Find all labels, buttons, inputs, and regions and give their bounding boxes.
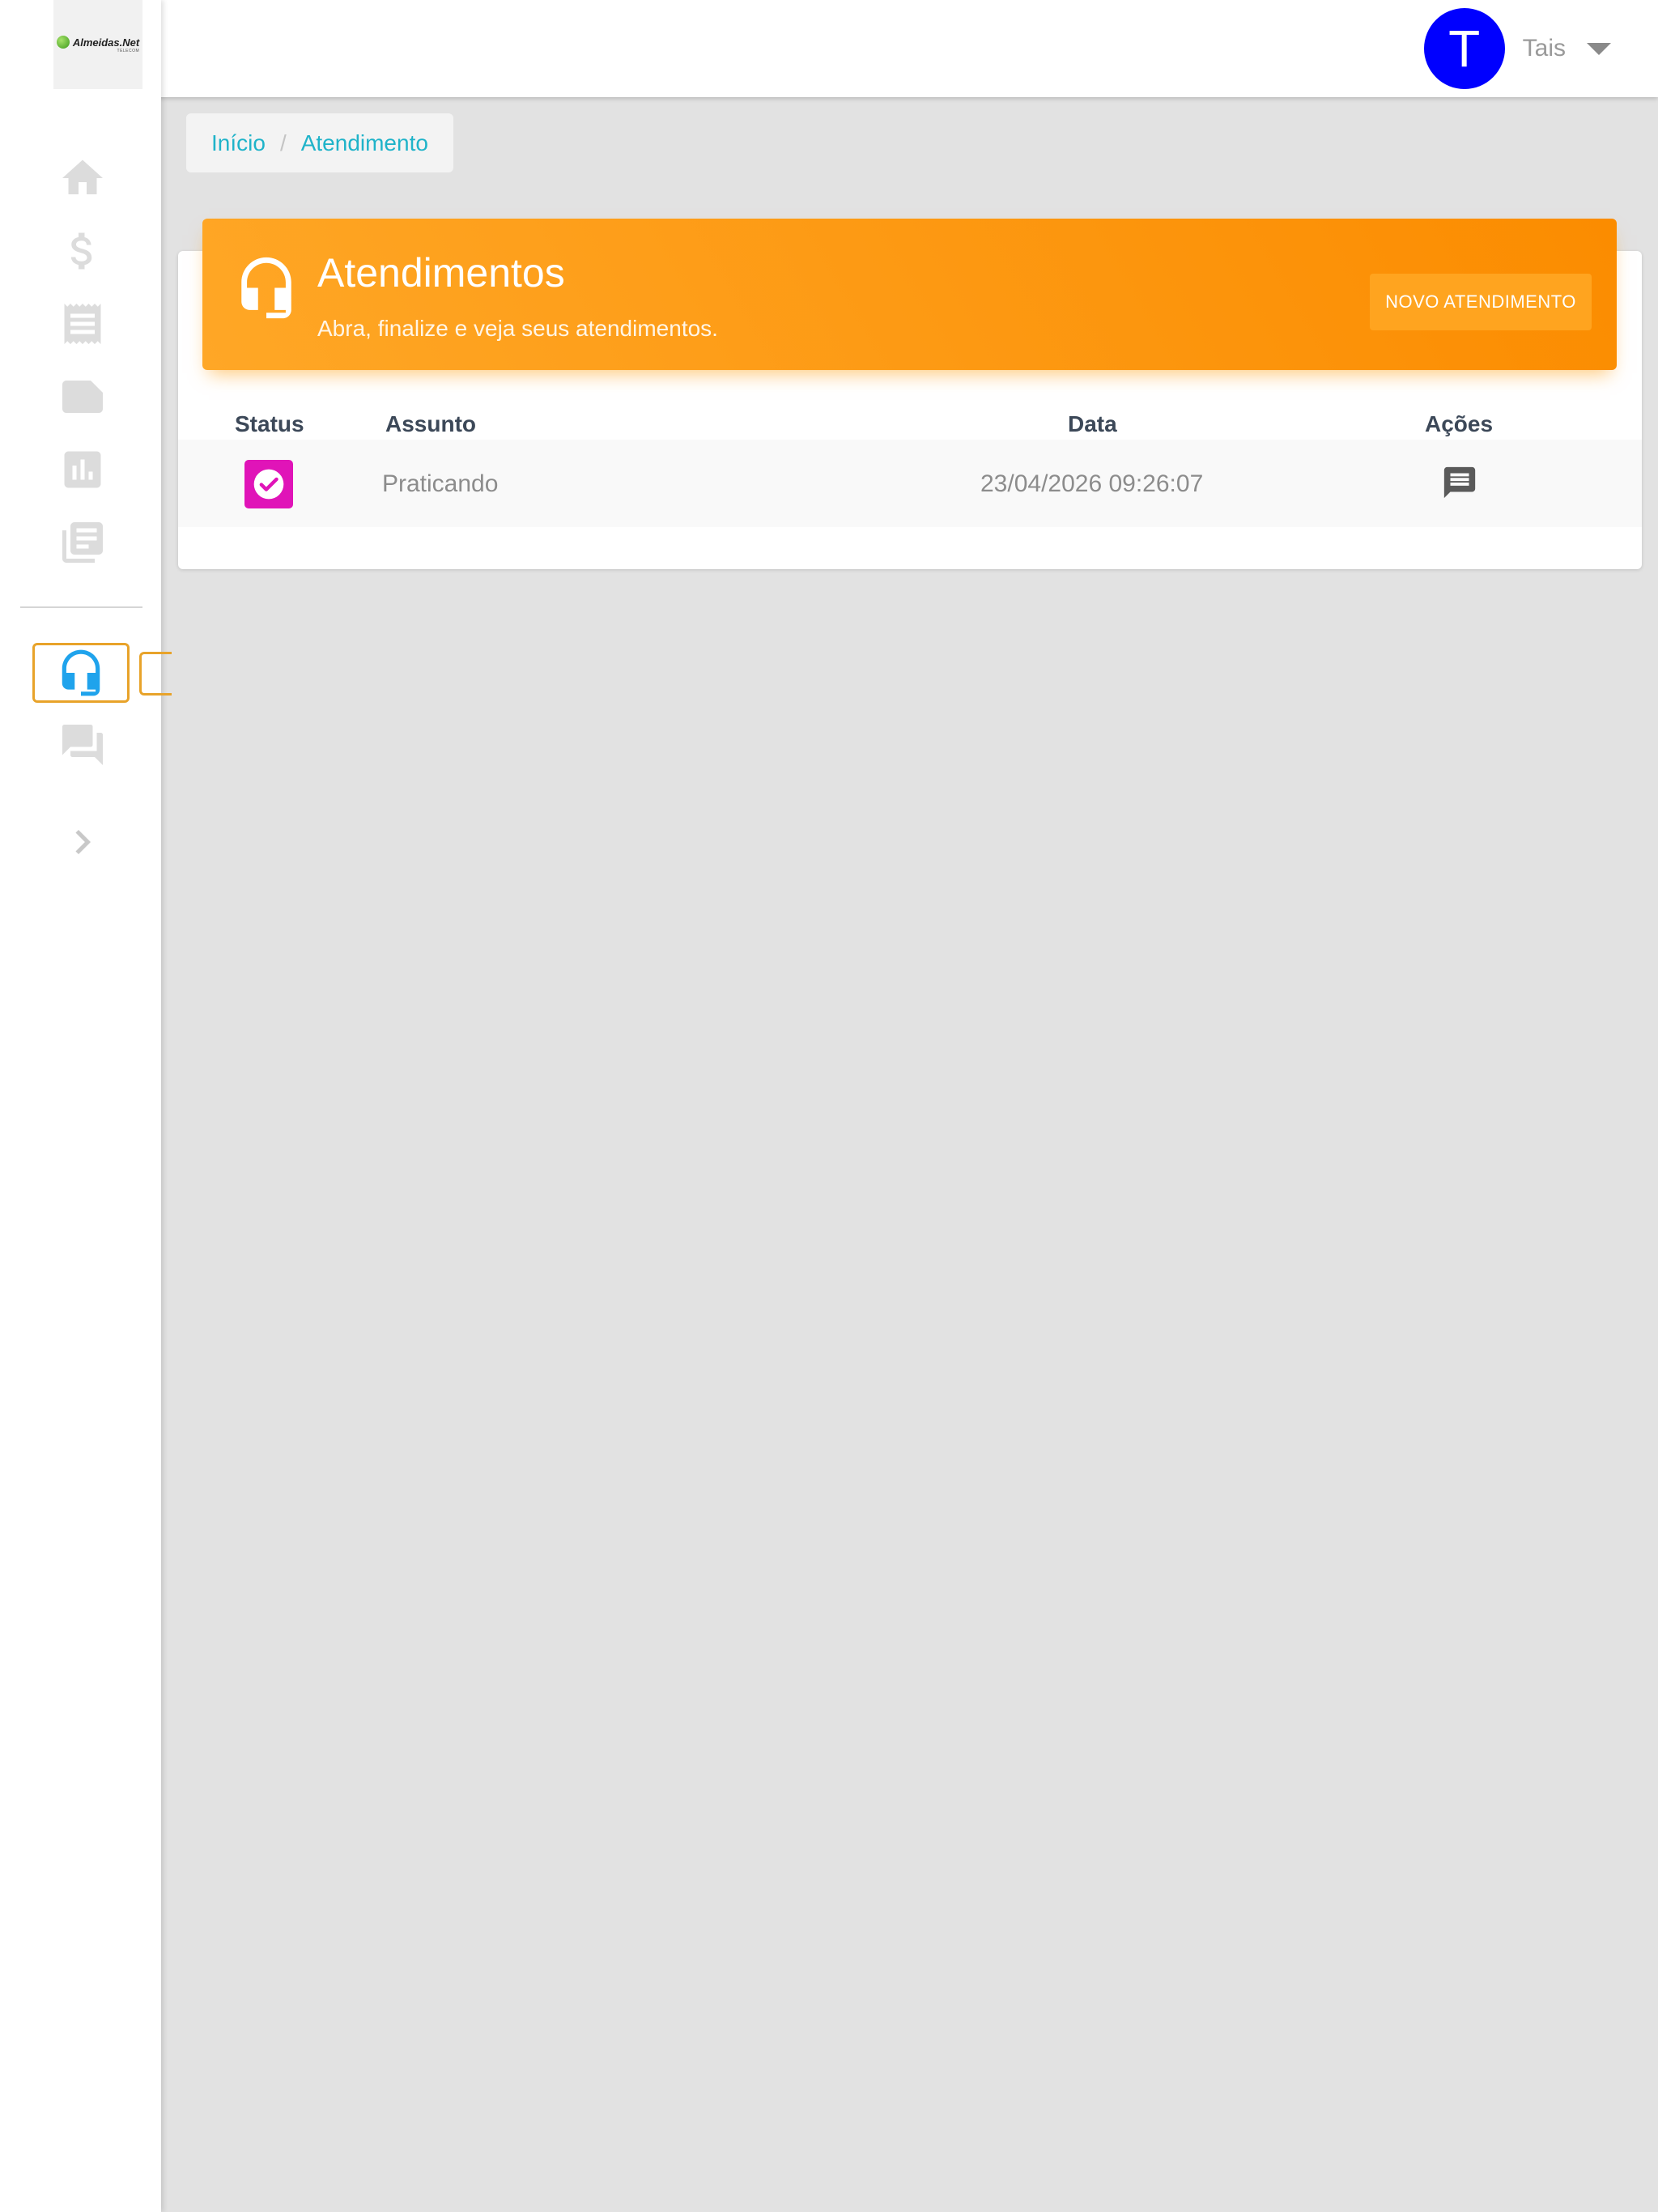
avatar[interactable]: T (1423, 8, 1505, 89)
forum-icon[interactable] (57, 719, 108, 771)
sidebar-tooltip-marker (139, 652, 172, 696)
logo-text: Almeidas.Net (72, 36, 140, 49)
card-subtitle: Abra, finalize e veja seus atendimentos. (317, 316, 718, 341)
logo-subtext: TELECOM (117, 49, 140, 53)
chevron-right-icon[interactable] (57, 816, 108, 868)
status-badge (244, 460, 293, 508)
breadcrumb: Início / Atendimento (186, 113, 453, 172)
new-ticket-button[interactable]: NOVO ATENDIMENTO (1370, 274, 1592, 330)
column-header-actions: Ações (1425, 411, 1494, 436)
column-header-date: Data (1068, 411, 1117, 436)
check-icon (253, 469, 284, 500)
dollar-icon[interactable] (57, 225, 108, 277)
user-name[interactable]: Tais (1523, 35, 1566, 62)
column-header-status: Status (235, 411, 304, 436)
caret-down-icon[interactable] (1587, 42, 1611, 55)
top-bar: T Tais (0, 0, 1658, 97)
card-header: Atendimentos Abra, finalize e veja seus … (202, 219, 1617, 370)
cell-date: 23/04/2026 09:26:07 (980, 470, 1204, 497)
home-icon[interactable] (57, 152, 108, 204)
table-row[interactable]: Praticando 23/04/2026 09:26:07 (178, 440, 1642, 527)
chart-icon[interactable] (57, 444, 108, 496)
column-header-subject: Assunto (385, 411, 476, 436)
sidebar-item-atendimento[interactable] (32, 643, 130, 703)
headset-icon (62, 649, 100, 696)
breadcrumb-home-link[interactable]: Início (211, 130, 266, 156)
sidebar: Almeidas.Net TELECOM (0, 0, 161, 2212)
cell-subject: Praticando (382, 470, 499, 497)
breadcrumb-separator: / (279, 130, 287, 155)
sidebar-divider (20, 606, 142, 608)
library-icon[interactable] (57, 517, 108, 568)
comment-icon[interactable] (1441, 464, 1478, 501)
headset-icon (233, 249, 300, 326)
user-menu[interactable]: T Tais (1423, 8, 1611, 89)
card-title: Atendimentos (317, 250, 565, 296)
logo-globe-icon (56, 36, 70, 49)
breadcrumb-current-link[interactable]: Atendimento (301, 130, 428, 156)
logo[interactable]: Almeidas.Net TELECOM (53, 0, 142, 89)
note-icon[interactable] (57, 371, 108, 423)
receipt-icon[interactable] (57, 298, 108, 350)
